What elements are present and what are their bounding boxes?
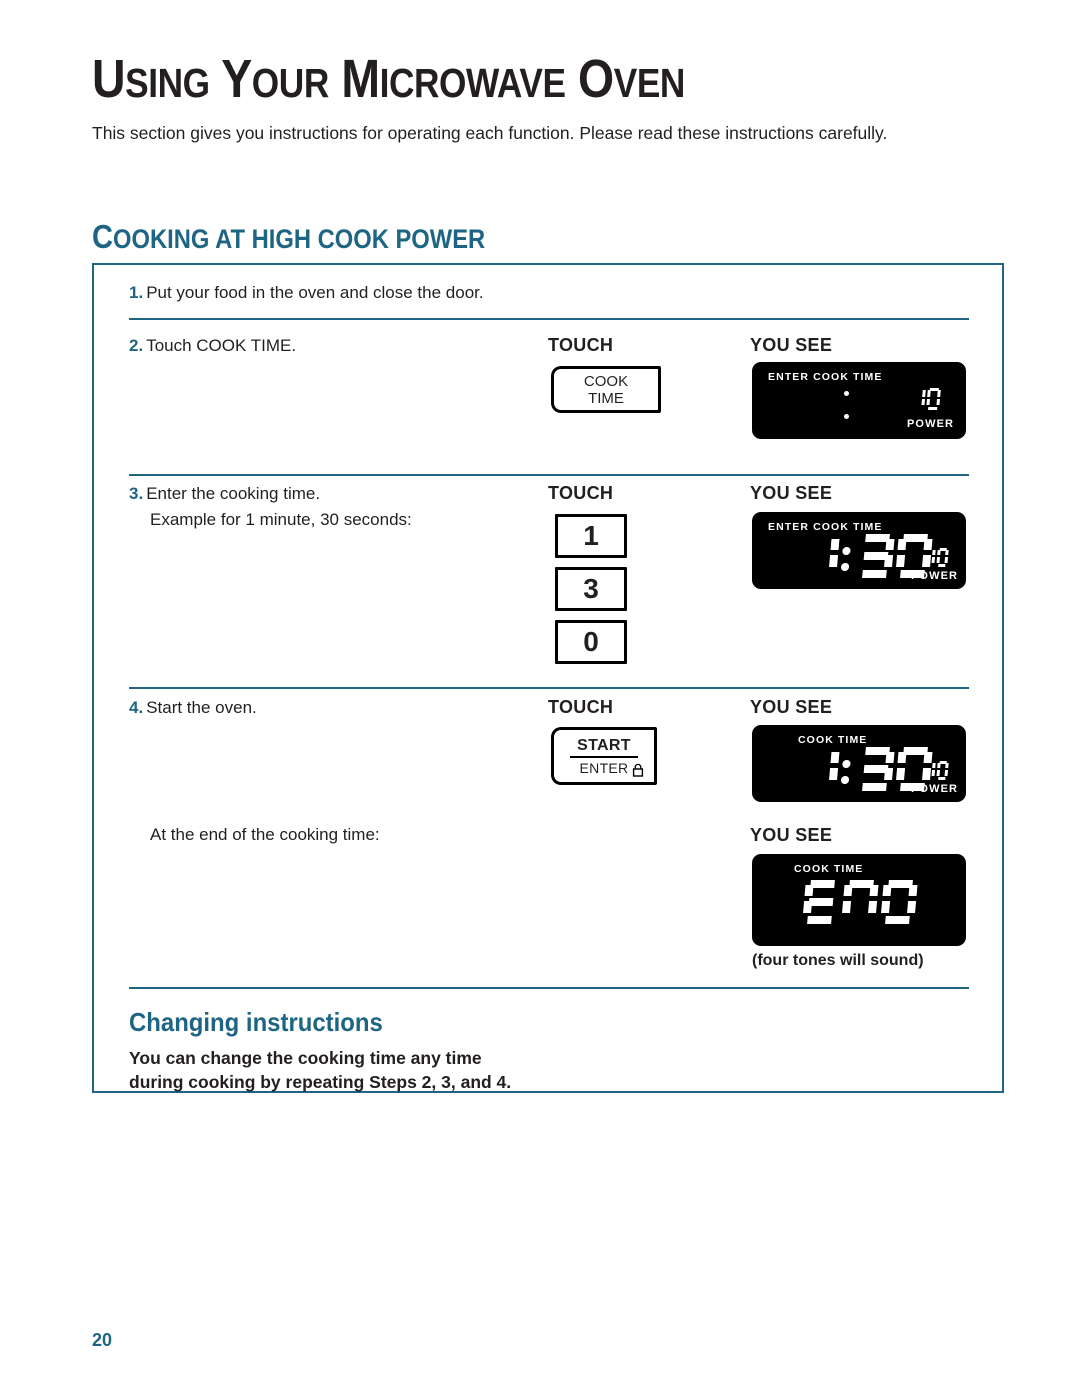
display-1-30-cooking: COOK TIME POWER xyxy=(752,725,966,802)
display-1-colon-dot-bottom xyxy=(844,414,849,419)
row-divider-1 xyxy=(129,318,969,320)
section-heading: COOKING AT HIGH COOK POWER xyxy=(92,218,486,255)
end-of-cooking-note: At the end of the cooking time: xyxy=(150,825,380,844)
display-3-power-value xyxy=(923,761,951,780)
display-1-power-value xyxy=(911,388,943,410)
digit-button-3[interactable]: 3 xyxy=(555,567,627,611)
changing-instructions-body: You can change the cooking time any time… xyxy=(129,1046,511,1094)
column-header-yousee-step3: YOU SEE xyxy=(750,483,833,503)
row-divider-4 xyxy=(129,987,969,989)
column-header-touch-step4: TOUCH xyxy=(548,697,614,717)
step-1-number: 1. xyxy=(129,283,144,302)
step-2: 2. Touch COOK TIME. xyxy=(129,335,296,357)
step-3-example: Example for 1 minute, 30 seconds: xyxy=(150,510,412,529)
display-end: COOK TIME xyxy=(752,854,966,946)
changing-body-line2: during cooking by repeating Steps 2, 3, … xyxy=(129,1072,512,1092)
page-title: USING YOUR MICROWAVE OVEN xyxy=(92,48,685,110)
display-1-labels: ENTER COOK TIME xyxy=(768,371,883,383)
display-3-labels: COOK TIME xyxy=(798,734,868,746)
column-header-touch-step3: TOUCH xyxy=(548,483,614,503)
display-1-power-word: POWER xyxy=(907,418,955,430)
digit-button-1[interactable]: 1 xyxy=(555,514,627,558)
page-number: 20 xyxy=(92,1330,113,1350)
title-word-2-rest: OUR xyxy=(251,60,329,106)
step-4-number: 4. xyxy=(129,698,144,717)
display-2-power-word: POWER xyxy=(911,570,959,582)
display-3-power-word: POWER xyxy=(911,783,959,795)
title-word-4-rest: VEN xyxy=(613,60,686,106)
step-3-number: 3. xyxy=(129,484,144,503)
changing-instructions-heading: Changing instructions xyxy=(129,1007,383,1037)
digit-button-0[interactable]: 0 xyxy=(555,620,627,664)
title-word-2-initial: Y xyxy=(221,49,252,109)
step-1-text: Put your food in the oven and close the … xyxy=(146,283,484,302)
procedure-box: 1. Put your food in the oven and close th… xyxy=(92,263,1004,1093)
display-2-labels: ENTER COOK TIME xyxy=(768,521,883,533)
row-divider-2 xyxy=(129,474,969,476)
step-3-text: Enter the cooking time. xyxy=(146,484,321,503)
manual-page: USING YOUR MICROWAVE OVEN This section g… xyxy=(0,0,1080,1397)
column-header-touch-step2: TOUCH xyxy=(548,335,614,355)
column-header-yousee-step2: YOU SEE xyxy=(750,335,833,355)
step-2-number: 2. xyxy=(129,336,144,355)
display-4-labels: COOK TIME xyxy=(794,863,864,875)
row-divider-3 xyxy=(129,687,969,689)
display-2-power-value xyxy=(923,548,951,567)
intro-paragraph: This section gives you instructions for … xyxy=(92,123,888,143)
four-tones-note: (four tones will sound) xyxy=(752,952,924,969)
cook-time-button[interactable]: COOK TIME xyxy=(551,366,661,413)
cook-time-button-line2: TIME xyxy=(588,389,624,407)
start-enter-button[interactable]: START ENTER xyxy=(551,727,657,785)
title-word-3-rest: ICROWAVE xyxy=(379,60,566,106)
changing-body-line1: You can change the cooking time any time xyxy=(129,1048,482,1068)
column-header-yousee-end: YOU SEE xyxy=(750,825,833,845)
start-button-label: START xyxy=(577,737,631,754)
step-4: 4. Start the oven. xyxy=(129,697,257,719)
title-word-1-initial: U xyxy=(92,49,126,109)
title-word-3-initial: M xyxy=(341,49,380,109)
lock-icon xyxy=(632,763,644,777)
step-1: 1. Put your food in the oven and close th… xyxy=(129,282,484,304)
display-1-30-enter: ENTER COOK TIME POWER xyxy=(752,512,966,589)
title-word-4-initial: O xyxy=(578,49,614,109)
start-button-rule xyxy=(570,756,638,758)
title-word-1-rest: SING xyxy=(125,60,210,106)
step-4-text: Start the oven. xyxy=(146,698,257,717)
step-2-text: Touch COOK TIME. xyxy=(146,336,297,355)
cook-time-button-line1: COOK xyxy=(583,372,629,390)
step-3: 3. Enter the cooking time. Example for 1 … xyxy=(129,483,412,531)
display-enter-cook-time: ENTER COOK TIME POWER xyxy=(752,362,966,439)
display-4-end-text xyxy=(802,880,923,924)
column-header-yousee-step4: YOU SEE xyxy=(750,697,833,717)
display-1-colon-dot-top xyxy=(844,391,849,396)
